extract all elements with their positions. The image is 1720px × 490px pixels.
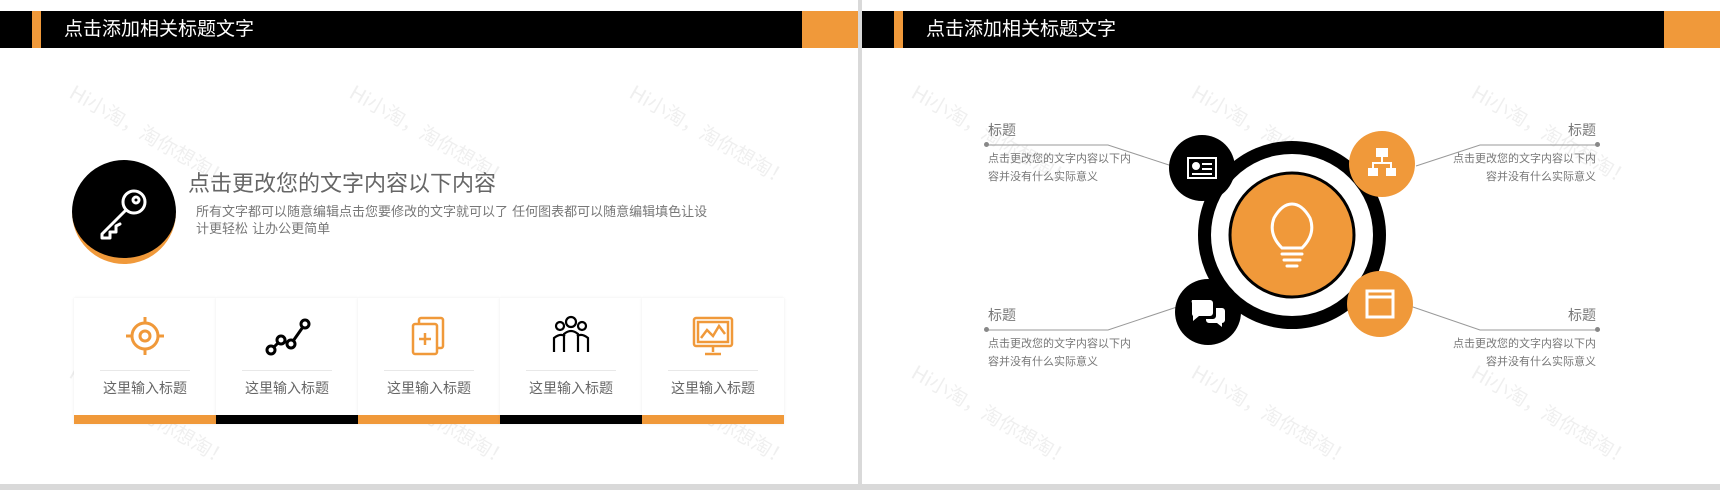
header-accent-left bbox=[32, 11, 41, 48]
card-divider bbox=[384, 370, 474, 371]
feature-card[interactable]: 这里输入标题 bbox=[500, 298, 642, 424]
header-bar: 点击添加相关标题文字 bbox=[0, 11, 858, 48]
item-text-bottom-left: 点击更改您的文字内容以下内容并没有什么实际意义 bbox=[988, 337, 1131, 368]
card-bar bbox=[216, 415, 358, 424]
item-title-bottom-right: 标题 bbox=[1568, 308, 1596, 324]
key-icon bbox=[100, 189, 147, 240]
main-description: 所有文字都可以随意编辑点击您要修改的文字就可以了 任何图表都可以随意编辑填色让设… bbox=[196, 205, 708, 237]
item-text-top-right: 点击更改您的文字内容以下内容并没有什么实际意义 bbox=[1453, 152, 1596, 183]
item-title-top-left: 标题 bbox=[988, 123, 1016, 139]
feature-card[interactable]: 这里输入标题 bbox=[642, 298, 784, 424]
monitor-chart-icon bbox=[692, 316, 734, 356]
feature-card[interactable]: 这里输入标题 bbox=[74, 298, 216, 424]
watermark: Hi小淘，淘你想淘！ bbox=[625, 80, 794, 192]
target-icon bbox=[126, 317, 164, 355]
card-label: 这里输入标题 bbox=[671, 381, 755, 397]
key-badge bbox=[72, 160, 176, 264]
slide-right: 点击添加相关标题文字 Hi小淘，淘你想淘！ Hi小淘，淘你想淘！ Hi小淘，淘你… bbox=[862, 0, 1720, 484]
card-divider bbox=[668, 370, 758, 371]
card-label: 这里输入标题 bbox=[387, 381, 471, 397]
card-divider bbox=[242, 370, 332, 371]
feature-card[interactable]: 这里输入标题 bbox=[358, 298, 500, 424]
card-bar bbox=[74, 415, 216, 424]
card-bar bbox=[642, 415, 784, 424]
slide-left: 点击添加相关标题文字 Hi小淘，淘你想淘！ Hi小淘，淘你想淘！ Hi小淘，淘你… bbox=[0, 0, 858, 484]
card-label: 这里输入标题 bbox=[245, 381, 329, 397]
header-title: 点击添加相关标题文字 bbox=[64, 18, 255, 40]
item-title-top-right: 标题 bbox=[1568, 123, 1596, 139]
card-bar bbox=[500, 415, 642, 424]
card-divider bbox=[526, 370, 616, 371]
card-bar bbox=[358, 415, 500, 424]
line-graph-icon bbox=[265, 318, 311, 356]
header-accent-right bbox=[802, 11, 858, 48]
item-text-bottom-right: 点击更改您的文字内容以下内容并没有什么实际意义 bbox=[1453, 337, 1596, 368]
feature-card[interactable]: 这里输入标题 bbox=[216, 298, 358, 424]
add-document-icon bbox=[411, 316, 445, 356]
connector-diagram bbox=[988, 131, 1600, 345]
connector-dot bbox=[984, 327, 989, 332]
connector-dot bbox=[1595, 327, 1600, 332]
item-text-top-left: 点击更改您的文字内容以下内容并没有什么实际意义 bbox=[988, 152, 1131, 183]
connector-dot bbox=[984, 142, 989, 147]
card-label: 这里输入标题 bbox=[103, 381, 187, 397]
card-divider bbox=[100, 370, 190, 371]
item-title-bottom-left: 标题 bbox=[988, 308, 1016, 324]
people-group-icon bbox=[552, 315, 590, 352]
main-heading: 点击更改您的文字内容以下内容 bbox=[188, 172, 497, 197]
card-label: 这里输入标题 bbox=[529, 381, 613, 397]
connector-dot bbox=[1595, 142, 1600, 147]
